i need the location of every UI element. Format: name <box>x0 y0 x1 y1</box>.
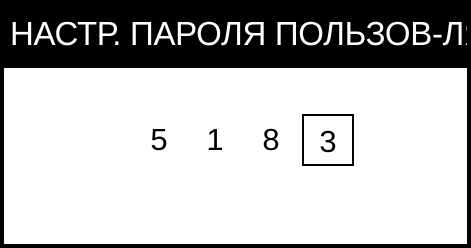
password-digit-4-selected[interactable]: 3 <box>302 114 354 166</box>
page-title: НАСТР. ПАРОЛЯ ПОЛЬЗОВ-ЛЯ <box>10 15 467 52</box>
password-digits: 5 1 8 3 <box>4 114 467 166</box>
title-bar: НАСТР. ПАРОЛЯ ПОЛЬЗОВ-ЛЯ <box>4 0 467 68</box>
password-digit-2[interactable]: 1 <box>195 114 235 166</box>
password-digit-3[interactable]: 8 <box>251 114 291 166</box>
lcd-screen: НАСТР. ПАРОЛЯ ПОЛЬЗОВ-ЛЯ 5 1 8 3 <box>0 0 471 248</box>
password-digit-1[interactable]: 5 <box>139 114 179 166</box>
